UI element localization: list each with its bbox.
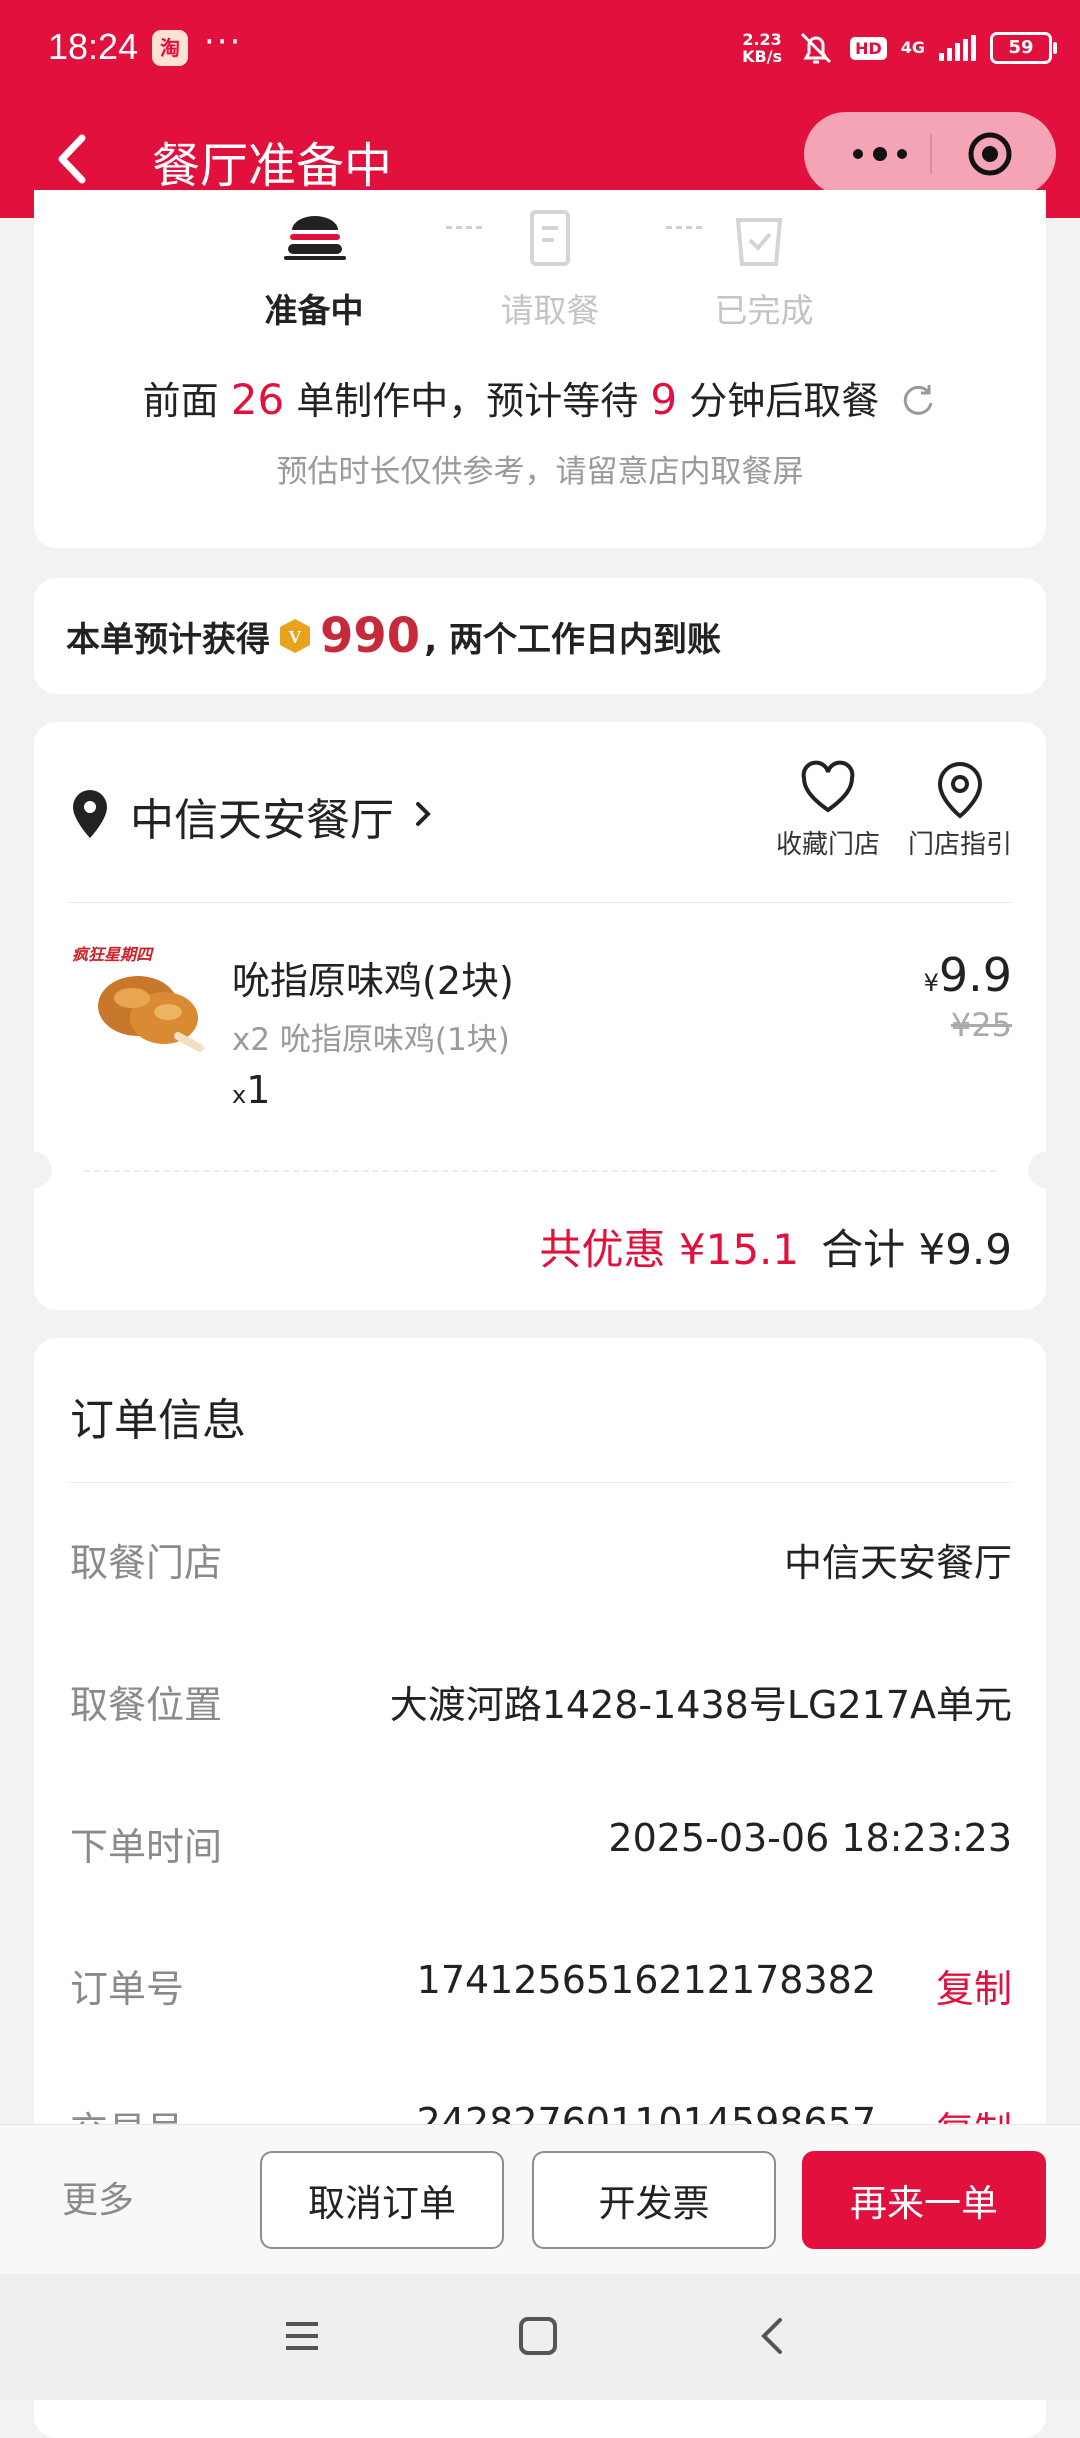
points-card: 本单预计获得 V 990 , 两个工作日内到账 xyxy=(34,578,1046,694)
info-row-location: 取餐位置 大渡河路1428-1438号LG217A单元 xyxy=(70,1674,1012,1734)
back-icon[interactable] xyxy=(46,124,106,194)
heart-icon xyxy=(801,760,855,813)
capsule-divider xyxy=(930,134,932,174)
wait-suffix: 分钟后取餐 xyxy=(689,379,880,423)
top-bar: 18:24 淘 ··· 2.23 KB/s HD 4G 59 餐厅准备中 xyxy=(0,0,1080,218)
favorite-store-label: 收藏门店 xyxy=(775,830,880,860)
points-prefix: 本单预计获得 xyxy=(66,619,270,660)
step-connector xyxy=(666,226,702,229)
info-value: 大渡河路1428-1438号LG217A单元 xyxy=(389,1683,1012,1727)
chevron-right-icon[interactable] xyxy=(410,796,436,832)
network-type: 4G xyxy=(900,38,925,57)
order-totals: 共优惠 ¥15.1 合计 ¥9.9 xyxy=(540,1216,1012,1277)
divider xyxy=(68,1482,1012,1483)
info-row-order-number: 订单号 1741256516212178382 复制 xyxy=(70,1958,1012,2018)
alarm-off-icon xyxy=(801,32,832,64)
step-pickup: 请取餐 xyxy=(500,291,600,330)
item-quantity: x1 xyxy=(232,1068,271,1112)
ticket-notch xyxy=(1028,1152,1064,1188)
copy-order-number-button[interactable]: 复制 xyxy=(936,1958,1012,2013)
system-nav-bar xyxy=(0,2274,1080,2400)
item-original-price: ¥25 xyxy=(950,1006,1012,1044)
svg-text:疯狂星期四: 疯狂星期四 xyxy=(72,945,154,964)
svg-text:V: V xyxy=(289,627,302,647)
wait-minutes: 9 xyxy=(650,375,678,424)
wait-prefix: 前面 xyxy=(142,379,219,423)
network-speed-unit: KB/s xyxy=(742,47,783,66)
step-completed: 已完成 xyxy=(714,291,814,330)
back-nav-icon[interactable] xyxy=(752,2314,796,2358)
status-bar: 18:24 淘 ··· 2.23 KB/s HD 4G 59 xyxy=(0,0,1080,98)
total-amount: 合计 ¥9.9 xyxy=(821,1225,1012,1274)
home-nav-icon[interactable] xyxy=(516,2314,560,2358)
item-detail: x2 吮指原味鸡(1块) xyxy=(232,1022,510,1058)
reorder-button[interactable]: 再来一单 xyxy=(802,2151,1046,2249)
store-guide-label: 门店指引 xyxy=(907,830,1012,860)
mini-program-capsule xyxy=(804,112,1056,196)
store-guide-button[interactable]: 门店指引 xyxy=(900,758,1020,861)
status-time: 18:24 xyxy=(48,26,139,67)
fried-chicken-image: 疯狂星期四 xyxy=(72,945,204,1052)
item-price: ¥9.9 xyxy=(923,948,1012,1002)
hd-icon: HD xyxy=(850,36,887,60)
wait-mid-text: 单制作中，预计等待 xyxy=(296,379,639,423)
close-miniprogram-icon[interactable] xyxy=(966,130,1014,178)
status-more-icon: ··· xyxy=(204,22,243,62)
refresh-icon[interactable] xyxy=(899,381,937,419)
info-label: 取餐位置 xyxy=(70,1683,223,1727)
points-suffix: , 两个工作日内到账 xyxy=(424,619,721,660)
total-discount: 共优惠 ¥15.1 xyxy=(539,1225,800,1274)
v-gold-badge-icon: V xyxy=(280,619,310,653)
order-progress-card: 准备中 请取餐 已完成 前面 26 单制作中，预计等待 9 分钟后取餐 预估时长… xyxy=(34,190,1046,548)
info-label: 下单时间 xyxy=(70,1825,223,1869)
info-value: 中信天安餐厅 xyxy=(783,1541,1012,1585)
taobao-app-icon: 淘 xyxy=(152,30,188,66)
info-row-order-time: 下单时间 2025-03-06 18:23:23 xyxy=(70,1816,1012,1876)
dashed-divider xyxy=(84,1170,996,1172)
page-title: 餐厅准备中 xyxy=(152,138,393,194)
ticket-notch xyxy=(16,1152,52,1188)
network-speed: 2.23 KB/s xyxy=(742,31,782,65)
points-amount: 990 xyxy=(320,608,421,664)
step-preparing: 准备中 xyxy=(264,291,364,330)
info-label: 取餐门店 xyxy=(70,1541,223,1585)
store-name-link[interactable]: 中信天安餐厅 xyxy=(130,784,394,848)
menu-nav-icon[interactable] xyxy=(280,2314,324,2358)
map-pin-outline-icon xyxy=(937,761,983,819)
more-options-icon[interactable] xyxy=(840,138,920,170)
more-actions-link[interactable]: 更多 xyxy=(62,2171,134,2223)
invoice-button[interactable]: 开发票 xyxy=(532,2151,776,2249)
info-label: 订单号 xyxy=(70,1967,185,2011)
info-value: 2025-03-06 18:23:23 xyxy=(608,1816,1012,1860)
burger-icon xyxy=(284,216,346,260)
bottom-action-bar: 更多 取消订单 开发票 再来一单 xyxy=(0,2124,1080,2275)
item-name: 吮指原味鸡(2块) xyxy=(232,959,514,1003)
wait-estimate: 前面 26 单制作中，预计等待 9 分钟后取餐 xyxy=(34,370,1046,425)
orders-ahead-count: 26 xyxy=(230,375,285,424)
order-number: 1741256516212178382 xyxy=(416,1958,876,2002)
divider xyxy=(68,902,1012,903)
step-connector xyxy=(446,226,482,229)
progress-steps: 准备中 请取餐 已完成 xyxy=(34,190,1046,340)
order-info-title: 订单信息 xyxy=(70,1395,246,1446)
battery-icon: 59 xyxy=(990,32,1057,64)
receipt-icon xyxy=(530,210,570,266)
cancel-order-button[interactable]: 取消订单 xyxy=(260,2151,504,2249)
wait-disclaimer: 预估时长仅供参考，请留意店内取餐屏 xyxy=(276,454,804,490)
network-speed-value: 2.23 xyxy=(742,30,782,49)
info-row-store: 取餐门店 中信天安餐厅 xyxy=(70,1532,1012,1592)
signal-icon xyxy=(939,35,976,61)
location-pin-icon xyxy=(73,790,107,838)
store-order-card: 中信天安餐厅 收藏门店 门店指引 疯狂星期四 吮指原味鸡(2块) x2 吮指原味… xyxy=(16,722,1064,1310)
status-indicators: 2.23 KB/s HD 4G 59 xyxy=(742,28,1057,68)
favorite-store-button[interactable]: 收藏门店 xyxy=(768,758,888,861)
points-text: 本单预计获得 V 990 , 两个工作日内到账 xyxy=(66,608,721,664)
bag-check-icon xyxy=(735,218,783,266)
